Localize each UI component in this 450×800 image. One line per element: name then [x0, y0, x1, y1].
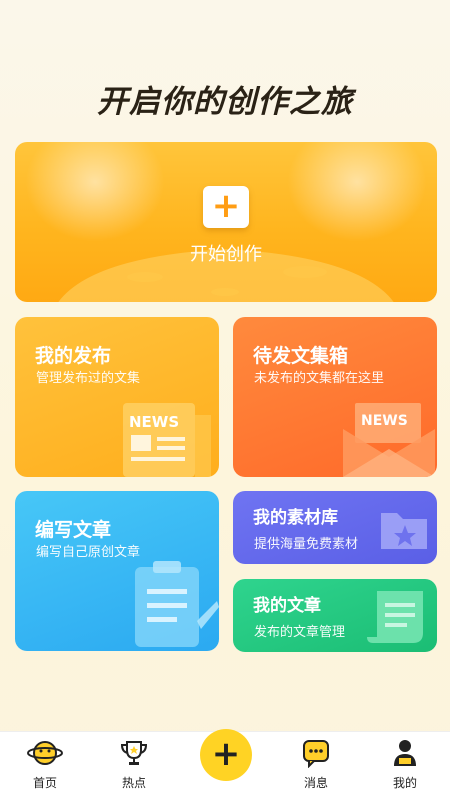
- card-subtitle: 未发布的文集都在这里: [254, 371, 385, 386]
- my-articles-card[interactable]: 我的文章 发布的文章管理: [233, 579, 437, 652]
- card-title: 我的发布: [35, 345, 112, 367]
- page-headline: 开启你的创作之旅: [97, 84, 353, 120]
- start-creating-label: 开始创作: [190, 244, 262, 265]
- svg-text:NEWS: NEWS: [361, 413, 408, 429]
- card-subtitle: 管理发布过的文集: [36, 371, 141, 386]
- nav-label: 首页: [32, 776, 57, 790]
- material-library-card[interactable]: 我的素材库 提供海量免费素材: [233, 491, 437, 564]
- card-title: 我的文章: [253, 596, 321, 616]
- bottom-nav-bar: 首页 热点 + 消息 我的: [0, 729, 450, 800]
- plus-icon: +: [211, 734, 241, 774]
- drafts-box-card[interactable]: 待发文集箱 未发布的文集都在这里 NEWS: [233, 317, 437, 477]
- nav-label: 消息: [303, 776, 328, 790]
- folder-star-icon: [381, 513, 427, 549]
- nav-item-messages[interactable]: 消息: [286, 738, 346, 791]
- scroll-icon: [367, 591, 423, 643]
- start-creating-card[interactable]: + 开始创作: [15, 142, 437, 302]
- create-plus-button[interactable]: +: [200, 729, 252, 781]
- card-subtitle: 编写自己原创文章: [36, 545, 141, 560]
- trophy-icon: [120, 741, 148, 765]
- nav-item-home[interactable]: 首页: [15, 738, 75, 791]
- news-paper-icon: NEWS: [123, 403, 211, 477]
- nav-item-hot[interactable]: 热点: [104, 738, 164, 791]
- my-publish-card[interactable]: 我的发布 管理发布过的文集 NEWS: [15, 317, 219, 477]
- card-title: 编写文章: [35, 519, 112, 541]
- nav-label: 热点: [121, 776, 146, 790]
- planet-icon: [27, 741, 63, 765]
- clipboard-icon: [135, 561, 219, 647]
- card-subtitle: 提供海量免费素材: [254, 537, 359, 552]
- card-title: 我的素材库: [253, 508, 338, 528]
- spotlight-left: [25, 142, 165, 242]
- plus-icon[interactable]: +: [203, 186, 249, 228]
- nav-item-mine[interactable]: 我的: [375, 738, 435, 791]
- spotlight-right: [287, 142, 427, 242]
- person-icon: [394, 740, 416, 766]
- card-subtitle: 发布的文章管理: [254, 625, 346, 640]
- write-article-card[interactable]: 编写文章 编写自己原创文章: [15, 491, 219, 651]
- svg-text:NEWS: NEWS: [129, 413, 179, 431]
- card-title: 待发文集箱: [253, 345, 349, 367]
- nav-label: 我的: [392, 776, 417, 790]
- news-envelope-icon: NEWS: [343, 403, 435, 477]
- chat-icon: [303, 740, 329, 768]
